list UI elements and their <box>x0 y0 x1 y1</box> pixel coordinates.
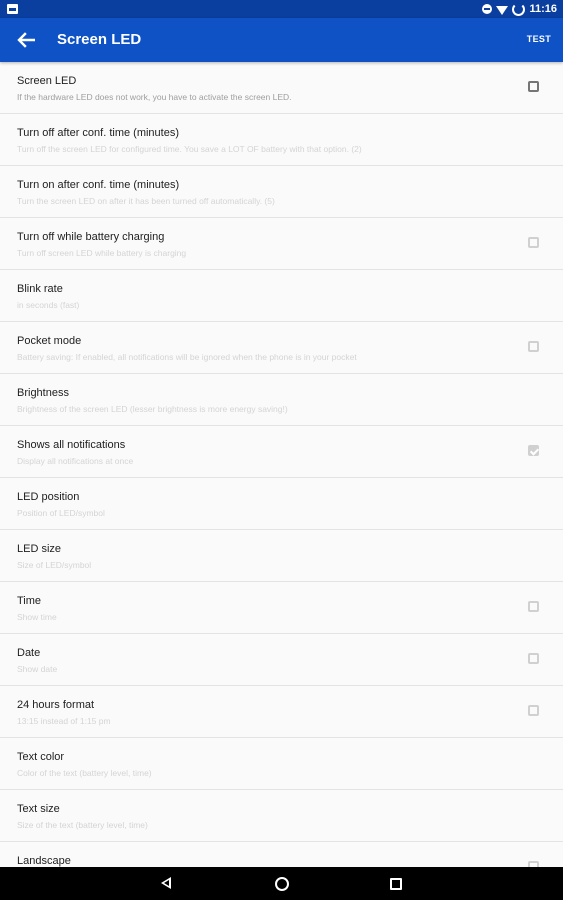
nav-recents-icon[interactable] <box>390 878 402 890</box>
setting-row[interactable]: Text size Size of the text (battery level… <box>0 790 563 842</box>
setting-row[interactable]: 24 hours format 13:15 instead of 1:15 pm <box>0 686 563 738</box>
status-time: 11:16 <box>529 3 557 15</box>
battery-icon <box>512 2 526 16</box>
setting-title: 24 hours format <box>17 699 95 711</box>
setting-row[interactable]: Landscape <box>0 842 563 867</box>
setting-title: Turn off while battery charging <box>17 231 165 243</box>
setting-summary: Display all notifications at once <box>17 456 134 466</box>
setting-checkbox[interactable] <box>528 237 539 248</box>
setting-summary: Battery saving: If enabled, all notifica… <box>17 352 357 362</box>
setting-title: Shows all notifications <box>17 439 126 451</box>
setting-summary: Turn the screen LED on after it has been… <box>17 196 275 206</box>
setting-summary: Position of LED/symbol <box>17 508 105 518</box>
setting-summary: in seconds (fast) <box>17 300 80 310</box>
setting-title: Turn on after conf. time (minutes) <box>17 179 180 191</box>
setting-row[interactable]: LED position Position of LED/symbol <box>0 478 563 530</box>
setting-checkbox[interactable] <box>528 341 539 352</box>
notification-icon <box>7 4 18 14</box>
setting-title: Blink rate <box>17 283 63 295</box>
setting-title: Date <box>17 647 41 659</box>
setting-title: Landscape <box>17 855 71 867</box>
setting-title: LED position <box>17 491 80 503</box>
status-bar: 11:16 <box>0 0 563 18</box>
setting-summary: Turn off screen LED while battery is cha… <box>17 248 187 258</box>
settings-list: Screen LED If the hardware LED does not w… <box>0 62 563 867</box>
setting-row[interactable]: Text color Color of the text (battery lev… <box>0 738 563 790</box>
setting-title: Screen LED <box>17 75 77 87</box>
setting-checkbox[interactable] <box>528 653 539 664</box>
setting-title: Text color <box>17 751 65 763</box>
setting-row[interactable]: Blink rate in seconds (fast) <box>0 270 563 322</box>
setting-row[interactable]: Date Show date <box>0 634 563 686</box>
setting-title: LED size <box>17 543 62 555</box>
setting-row[interactable]: Turn on after conf. time (minutes) Turn t… <box>0 166 563 218</box>
setting-summary: Show time <box>17 612 57 622</box>
setting-summary: If the hardware LED does not work, you h… <box>17 92 292 102</box>
setting-row[interactable]: LED size Size of LED/symbol <box>0 530 563 582</box>
arrow-back-icon <box>17 32 35 48</box>
setting-checkbox[interactable] <box>528 81 539 92</box>
navigation-bar <box>0 867 563 900</box>
do-not-disturb-icon <box>482 4 493 14</box>
setting-checkbox[interactable] <box>528 601 539 612</box>
setting-summary: 13:15 instead of 1:15 pm <box>17 716 111 726</box>
test-button[interactable]: TEST <box>527 34 551 44</box>
setting-row[interactable]: Time Show time <box>0 582 563 634</box>
setting-title: Time <box>17 595 42 607</box>
setting-title: Text size <box>17 803 60 815</box>
setting-row[interactable]: Screen LED If the hardware LED does not w… <box>0 62 563 114</box>
setting-row[interactable]: Turn off after conf. time (minutes) Turn … <box>0 114 563 166</box>
setting-row[interactable]: Pocket mode Battery saving: If enabled, a… <box>0 322 563 374</box>
setting-summary: Color of the text (battery level, time) <box>17 768 152 778</box>
setting-row[interactable]: Brightness Brightness of the screen LED (… <box>0 374 563 426</box>
wifi-icon <box>496 5 509 15</box>
setting-checkbox[interactable] <box>528 445 539 456</box>
setting-summary: Brightness of the screen LED (lesser bri… <box>17 404 288 414</box>
app-bar: Screen LED TEST <box>0 18 563 62</box>
status-icons: 11:16 <box>482 1 557 17</box>
setting-row[interactable]: Turn off while battery charging Turn off … <box>0 218 563 270</box>
setting-summary: Show date <box>17 664 58 674</box>
setting-summary: Size of the text (battery level, time) <box>17 820 148 830</box>
setting-row[interactable]: Shows all notifications Display all notif… <box>0 426 563 478</box>
setting-summary: Size of LED/symbol <box>17 560 92 570</box>
setting-title: Turn off after conf. time (minutes) <box>17 127 180 139</box>
page-title: Screen LED <box>57 31 142 48</box>
setting-summary: Turn off the screen LED for configured t… <box>17 144 362 154</box>
setting-checkbox[interactable] <box>528 705 539 716</box>
setting-title: Pocket mode <box>17 335 82 347</box>
back-button[interactable] <box>14 28 38 52</box>
nav-home-icon[interactable] <box>275 877 289 891</box>
nav-back-icon[interactable] <box>161 877 171 889</box>
setting-title: Brightness <box>17 387 69 399</box>
